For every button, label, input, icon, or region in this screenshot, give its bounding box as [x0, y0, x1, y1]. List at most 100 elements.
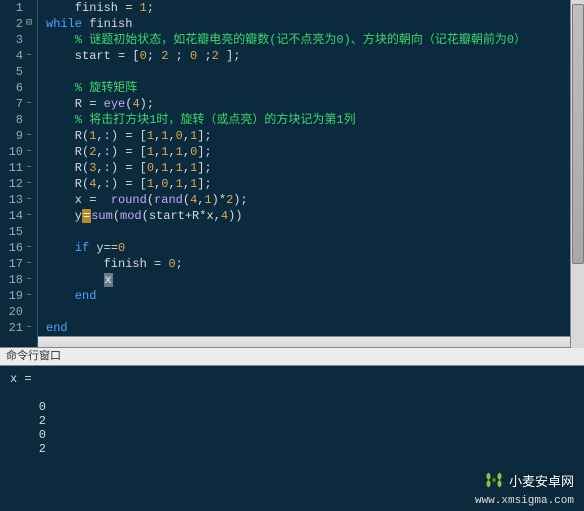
line-number: 16 [3, 240, 23, 256]
fold-guide-icon[interactable]: – [23, 320, 35, 336]
token-op: = [ [118, 49, 140, 63]
code-line[interactable] [46, 304, 584, 320]
code-line[interactable]: R(3,:) = [0,1,1,1]; [46, 160, 584, 176]
scrollbar-thumb[interactable] [572, 4, 584, 264]
fold-guide-icon[interactable]: – [23, 96, 35, 112]
line-number: 10 [3, 144, 23, 160]
code-line[interactable]: R(1,:) = [1,1,0,1]; [46, 128, 584, 144]
token-kw: end [75, 289, 97, 303]
fold-toggle-icon[interactable]: ⊟ [23, 18, 35, 30]
code-line[interactable]: while finish [46, 16, 584, 32]
line-number: 7 [3, 96, 23, 112]
code-line[interactable]: x = round(rand(4,1)*2); [46, 192, 584, 208]
line-number: 1 [3, 0, 23, 16]
token-fn: round [111, 193, 147, 207]
token-op: ( [183, 193, 190, 207]
token-op: )* [212, 193, 226, 207]
fold-guide-icon[interactable]: – [23, 128, 35, 144]
token-fn: eye [104, 97, 126, 111]
gutter-row: 16– [0, 240, 35, 256]
token-num: 2 [212, 49, 219, 63]
code-line[interactable]: x [46, 272, 584, 288]
code-line[interactable]: y=sum(mod(start+R*x,4)) [46, 208, 584, 224]
token-num: 1 [176, 177, 183, 191]
code-line[interactable]: start = [0; 2 ; 0 ;2 ]; [46, 48, 584, 64]
token-id [46, 273, 104, 287]
token-op: = [154, 257, 168, 271]
token-op: = [89, 97, 103, 111]
fold-guide-icon[interactable]: – [23, 272, 35, 288]
line-number: 15 [3, 224, 23, 240]
token-op: ,:) = [ [96, 161, 146, 175]
gutter-row: 9– [0, 128, 35, 144]
line-number: 20 [3, 304, 23, 320]
fold-guide-icon[interactable]: – [23, 144, 35, 160]
code-line[interactable]: R = eye(4); [46, 96, 584, 112]
code-line[interactable]: end [46, 320, 584, 336]
code-area[interactable]: finish = 1;while finish % 谜题初始状态，如花瓣电亮的瓣… [38, 0, 584, 347]
fold-guide-icon[interactable]: – [23, 48, 35, 64]
gutter-row: 2⊟ [0, 16, 35, 32]
token-cm: % 旋转矩阵 [46, 81, 137, 95]
code-line[interactable]: % 谜题初始状态，如花瓣电亮的瓣数(记不点亮为0)、方块的朝向（记花瓣朝前为0） [46, 32, 584, 48]
token-kw: if [75, 241, 89, 255]
token-num: 1 [176, 145, 183, 159]
gutter-row: 1 [0, 0, 35, 16]
token-id: finish [46, 1, 125, 15]
token-op: ); [233, 193, 247, 207]
code-line[interactable]: finish = 0; [46, 256, 584, 272]
gutter-row: 13– [0, 192, 35, 208]
code-line[interactable]: % 将击打方块1时，旋转（或点亮）的方块记为第1列 [46, 112, 584, 128]
fold-guide-icon[interactable]: – [23, 288, 35, 304]
code-line[interactable] [46, 64, 584, 80]
code-line[interactable]: finish = 1; [46, 0, 584, 16]
token-cm: % 谜题初始状态，如花瓣电亮的瓣数(记不点亮为0)、方块的朝向（记花瓣朝前为0） [46, 33, 526, 47]
code-line[interactable]: R(2,:) = [1,1,1,0]; [46, 144, 584, 160]
gutter-row: 8 [0, 112, 35, 128]
console-title: 命令行窗口 [0, 348, 584, 366]
editor-end-cap [38, 336, 584, 347]
token-op: , [183, 161, 190, 175]
token-hl: x [104, 273, 113, 287]
gutter-row: 3 [0, 32, 35, 48]
token-num: 0 [147, 161, 154, 175]
fold-guide-icon[interactable]: – [23, 208, 35, 224]
fold-guide-icon[interactable]: – [23, 256, 35, 272]
token-op: ( [147, 193, 154, 207]
token-num: 0 [140, 49, 147, 63]
token-id [46, 305, 53, 319]
token-num: 1 [147, 145, 154, 159]
line-number: 18 [3, 272, 23, 288]
token-fn: rand [154, 193, 183, 207]
token-id: y [46, 209, 82, 223]
gutter-row: 10– [0, 144, 35, 160]
token-op: , [183, 145, 190, 159]
token-op: ,:) = [ [96, 129, 146, 143]
fold-guide-icon[interactable]: – [23, 240, 35, 256]
gutter-row: 18– [0, 272, 35, 288]
fold-guide-icon[interactable]: – [23, 192, 35, 208]
fold-guide-icon[interactable]: – [23, 176, 35, 192]
code-line[interactable]: end [46, 288, 584, 304]
token-op: )) [228, 209, 242, 223]
token-op: ; [197, 49, 211, 63]
gutter-row: 15 [0, 224, 35, 240]
code-line[interactable]: R(4,:) = [1,0,1,1]; [46, 176, 584, 192]
token-kw: while [46, 17, 82, 31]
code-line[interactable] [46, 224, 584, 240]
code-line[interactable]: % 旋转矩阵 [46, 80, 584, 96]
token-num: 0 [168, 257, 175, 271]
token-op: ; [168, 49, 190, 63]
token-id [46, 65, 53, 79]
gutter-row: 19– [0, 288, 35, 304]
token-id [46, 241, 75, 255]
fold-guide-icon[interactable]: – [23, 160, 35, 176]
vertical-scrollbar[interactable] [570, 0, 584, 348]
token-id: R( [46, 129, 89, 143]
console-output[interactable]: x = 0 2 0 2 [0, 366, 584, 511]
token-ylw: = [82, 209, 91, 223]
token-num: 4 [221, 209, 228, 223]
line-number: 14 [3, 208, 23, 224]
code-line[interactable]: if y==0 [46, 240, 584, 256]
line-number: 3 [3, 32, 23, 48]
